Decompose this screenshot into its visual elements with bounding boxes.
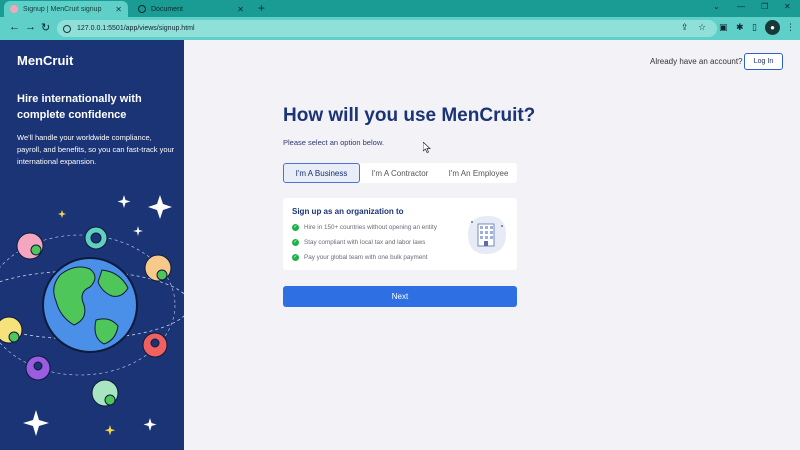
- extension-badge-icon[interactable]: ▣: [719, 22, 728, 33]
- benefit-text: Stay compliant with local tax and labor …: [304, 239, 426, 246]
- page-subtitle: Please select an option below.: [283, 138, 384, 147]
- bookmark-star-icon[interactable]: ☆: [698, 22, 706, 33]
- back-icon[interactable]: ←: [9, 21, 20, 33]
- tab-title: Document: [151, 5, 183, 13]
- login-button[interactable]: Log In: [744, 53, 783, 70]
- check-icon: ✓: [292, 224, 299, 231]
- card-title: Sign up as an organization to: [292, 207, 404, 216]
- benefit-text: Hire in 150+ countries without opening a…: [304, 224, 437, 231]
- option-employee[interactable]: I'm An Employee: [440, 163, 517, 183]
- chevron-down-icon[interactable]: ⌄: [713, 2, 720, 11]
- browser-tab-bar: Signup | MenCruit signup ✕ Document ✕ + …: [0, 0, 800, 17]
- mouse-cursor-icon: [423, 142, 431, 153]
- account-type-selector: I'm A Business I'm A Contractor I'm An E…: [283, 163, 517, 183]
- signup-main: Already have an account? Log In How will…: [184, 40, 800, 450]
- menu-kebab-icon[interactable]: ⋮: [786, 22, 795, 33]
- url-text: 127.0.0.1:5501/app/views/signup.html: [77, 25, 195, 32]
- office-building-icon: [468, 216, 506, 254]
- reload-icon[interactable]: ↻: [41, 21, 50, 34]
- panel-headline: Hire internationally with complete confi…: [17, 93, 142, 121]
- globe-icon: [138, 5, 146, 13]
- close-tab-icon[interactable]: ✕: [237, 5, 244, 14]
- check-icon: ✓: [292, 239, 299, 246]
- window-close-icon[interactable]: ✕: [784, 2, 791, 11]
- tab-title: Signup | MenCruit signup: [23, 5, 102, 13]
- panel-blurb: We'll handle your worldwide compliance, …: [17, 133, 175, 166]
- address-bar[interactable]: 127.0.0.1:5501/app/views/signup.html: [57, 20, 717, 37]
- share-icon[interactable]: ⇪: [681, 22, 689, 33]
- close-tab-icon[interactable]: ✕: [115, 5, 122, 14]
- benefit-item: ✓ Pay your global team with one bulk pay…: [292, 254, 428, 261]
- benefit-text: Pay your global team with one bulk payme…: [304, 254, 428, 261]
- benefit-item: ✓ Stay compliant with local tax and labo…: [292, 239, 425, 246]
- profile-avatar-icon[interactable]: ●: [765, 20, 780, 35]
- forward-icon[interactable]: →: [25, 21, 36, 33]
- restore-icon[interactable]: ❐: [761, 2, 768, 11]
- option-business[interactable]: I'm A Business: [283, 163, 360, 183]
- browser-toolbar: ← → ↻ 127.0.0.1:5501/app/views/signup.ht…: [0, 17, 800, 40]
- benefit-item: ✓ Hire in 150+ countries without opening…: [292, 224, 437, 231]
- account-prompt: Already have an account?: [650, 57, 743, 66]
- minimize-icon[interactable]: —: [737, 2, 745, 11]
- extensions-puzzle-icon[interactable]: ✱: [736, 22, 744, 33]
- global-hiring-illustration: [0, 195, 184, 436]
- option-contractor[interactable]: I'm A Contractor: [360, 163, 440, 183]
- page-title: How will you use MenCruit?: [283, 105, 536, 126]
- benefits-card: Sign up as an organization to ✓ Hire in …: [283, 198, 517, 270]
- next-button[interactable]: Next: [283, 286, 517, 307]
- site-info-icon[interactable]: [63, 24, 71, 33]
- new-tab-icon[interactable]: +: [258, 1, 265, 15]
- side-panel-icon[interactable]: ▯: [752, 22, 757, 33]
- check-icon: ✓: [292, 254, 299, 261]
- browser-tab-document[interactable]: Document ✕: [132, 1, 250, 17]
- browser-tab-signup[interactable]: Signup | MenCruit signup ✕: [4, 1, 128, 17]
- favicon-icon: [10, 5, 18, 13]
- branding-panel: MenCruit Hire internationally with compl…: [0, 40, 184, 450]
- brand-logo[interactable]: MenCruit: [17, 53, 73, 68]
